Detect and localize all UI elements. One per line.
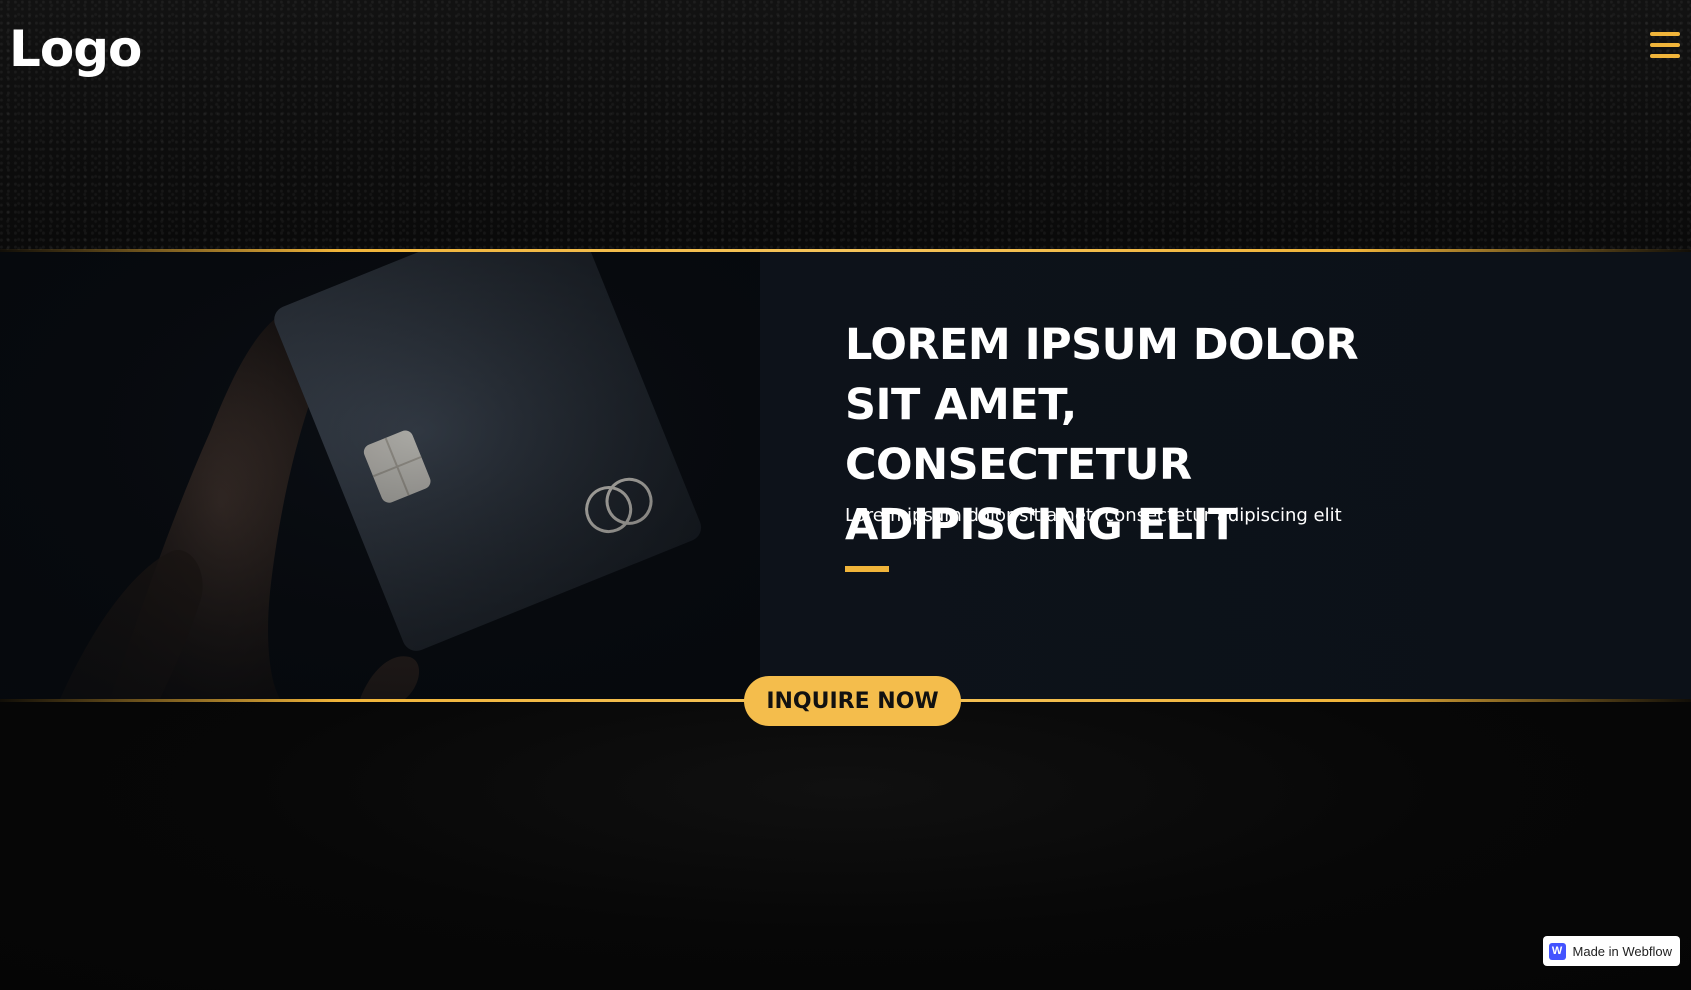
accent-bar bbox=[845, 566, 889, 572]
badge-label: Made in Webflow bbox=[1572, 943, 1672, 959]
inquire-now-button[interactable]: INQUIRE NOW bbox=[744, 676, 961, 726]
card-photo bbox=[0, 252, 760, 699]
hero-subtitle: Lorem ipsum dolor sit amet, consectetur … bbox=[845, 505, 1342, 526]
bottom-section bbox=[0, 702, 1691, 990]
menu-line bbox=[1650, 43, 1680, 47]
menu-line bbox=[1650, 32, 1680, 36]
made-in-webflow-badge[interactable]: W Made in Webflow bbox=[1542, 936, 1680, 966]
menu-line bbox=[1650, 54, 1680, 58]
header-band: Logo bbox=[0, 0, 1691, 250]
webflow-icon: W bbox=[1548, 942, 1566, 960]
hamburger-menu-icon[interactable] bbox=[1650, 32, 1680, 58]
logo[interactable]: Logo bbox=[9, 20, 142, 78]
